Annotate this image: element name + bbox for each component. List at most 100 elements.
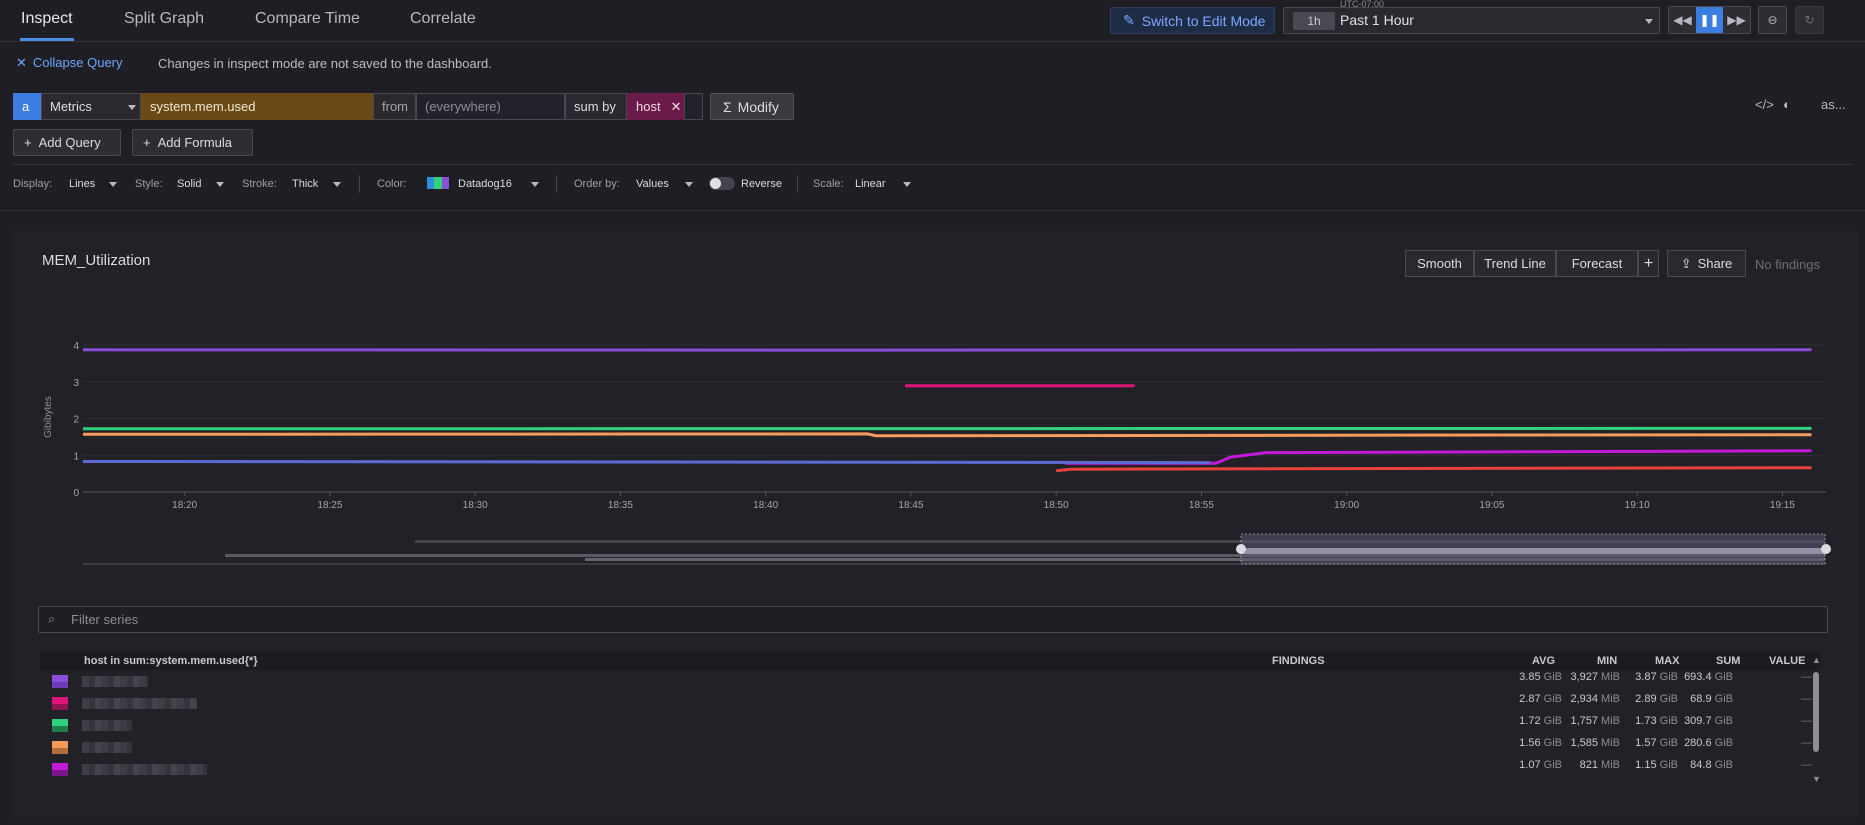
table-row[interactable]: 3.85 GiB 3,927 MiB 3.87 GiB 693.4 GiB — <box>40 671 1820 693</box>
cell-max-number: 1.57 <box>1635 737 1657 749</box>
cell-max-unit: GiB <box>1659 671 1678 683</box>
cell-max: 2.89 GiB <box>1622 693 1678 705</box>
scroll-up-icon[interactable]: ▲ <box>1812 655 1821 665</box>
cell-min-unit: MiB <box>1601 737 1620 749</box>
x-tick-label: 18:55 <box>1189 500 1214 511</box>
table-row[interactable]: 1.56 GiB 1,585 MiB 1.57 GiB 280.6 GiB — <box>40 737 1820 759</box>
cell-avg-number: 3.85 <box>1519 671 1541 683</box>
cell-min-unit: MiB <box>1601 715 1620 727</box>
column-header-name[interactable]: host in sum:system.mem.used{*} <box>84 655 258 667</box>
cell-sum-number: 68.9 <box>1690 693 1712 705</box>
series-line-7[interactable] <box>1056 466 1812 473</box>
filter-series-field[interactable]: ⌕ <box>38 606 1828 633</box>
cell-sum-unit: GiB <box>1714 759 1733 771</box>
column-header-min[interactable]: MIN <box>1597 655 1617 667</box>
cell-sum: 84.8 GiB <box>1677 759 1733 771</box>
x-tick-label: 18:40 <box>753 500 778 511</box>
cell-avg-number: 1.56 <box>1519 737 1541 749</box>
cell-sum-unit: GiB <box>1714 715 1733 727</box>
cell-min-unit: MiB <box>1601 671 1620 683</box>
cell-avg: 1.72 GiB <box>1506 715 1562 727</box>
cell-max: 1.73 GiB <box>1622 715 1678 727</box>
x-tick-label: 18:30 <box>463 500 488 511</box>
cell-avg-number: 1.72 <box>1519 715 1541 727</box>
cell-value: — <box>1801 671 1812 683</box>
series-line-6[interactable] <box>82 460 1211 465</box>
cell-sum: 309.7 GiB <box>1677 715 1733 727</box>
column-header-max[interactable]: MAX <box>1655 655 1679 667</box>
x-tick-label: 18:20 <box>172 500 197 511</box>
timeseries-chart[interactable]: Gibibytes 0 1 2 3 4 18:20 18:25 18:30 18:35 18:4… <box>0 0 1865 580</box>
x-tick-label: 19:05 <box>1479 500 1504 511</box>
redacted-host-name <box>82 676 148 687</box>
cell-max: 1.15 GiB <box>1622 759 1678 771</box>
cell-avg: 1.56 GiB <box>1506 737 1562 749</box>
search-icon: ⌕ <box>48 611 56 626</box>
cell-avg: 3.85 GiB <box>1506 671 1562 683</box>
y-axis-label: Gibibytes <box>43 396 54 438</box>
cell-max: 1.57 GiB <box>1622 737 1678 749</box>
cell-sum-number: 84.8 <box>1690 759 1712 771</box>
cell-avg-unit: GiB <box>1543 759 1562 771</box>
table-row[interactable]: 2.87 GiB 2,934 MiB 2.89 GiB 68.9 GiB — <box>40 693 1820 715</box>
cell-max-number: 3.87 <box>1635 671 1657 683</box>
x-tick-label: 19:15 <box>1770 500 1795 511</box>
cell-max-unit: GiB <box>1659 693 1678 705</box>
cell-min: 1,757 MiB <box>1564 715 1620 727</box>
cell-avg: 2.87 GiB <box>1506 693 1562 705</box>
x-tick-label: 19:00 <box>1334 500 1359 511</box>
y-tick-label: 4 <box>73 341 79 352</box>
redacted-host-name <box>82 698 197 709</box>
overview-minimap[interactable] <box>83 533 1831 565</box>
cell-min-unit: MiB <box>1601 759 1620 771</box>
cell-min-number: 3,927 <box>1570 671 1598 683</box>
cell-value: — <box>1801 737 1812 749</box>
cell-avg-unit: GiB <box>1543 671 1562 683</box>
series-color-chip <box>52 719 68 732</box>
cell-sum-number: 280.6 <box>1684 737 1712 749</box>
x-tick-label: 19:10 <box>1625 500 1650 511</box>
y-tick-label: 3 <box>73 378 79 389</box>
cell-sum-number: 309.7 <box>1684 715 1712 727</box>
cell-min-number: 2,934 <box>1570 693 1598 705</box>
cell-min: 821 MiB <box>1564 759 1620 771</box>
filter-series-input[interactable] <box>71 607 1771 632</box>
redacted-host-name <box>82 742 132 753</box>
cell-max-unit: GiB <box>1659 737 1678 749</box>
redacted-host-name <box>82 764 207 775</box>
cell-min-number: 1,757 <box>1570 715 1598 727</box>
series-line-4[interactable] <box>82 432 1812 438</box>
cell-value: — <box>1801 759 1812 771</box>
cell-max: 3.87 GiB <box>1622 671 1678 683</box>
column-header-findings[interactable]: FINDINGS <box>1272 655 1325 667</box>
cell-sum-unit: GiB <box>1714 693 1733 705</box>
x-tick-label: 18:25 <box>317 500 342 511</box>
series-color-chip <box>52 697 68 710</box>
cell-sum: 693.4 GiB <box>1677 671 1733 683</box>
cell-min-number: 1,585 <box>1570 737 1598 749</box>
cell-avg-number: 1.07 <box>1519 759 1541 771</box>
x-tick-label: 18:35 <box>608 500 633 511</box>
redacted-host-name <box>82 720 132 731</box>
x-tick-label: 18:50 <box>1044 500 1069 511</box>
table-row[interactable]: 1.07 GiB 821 MiB 1.15 GiB 84.8 GiB — <box>40 759 1820 781</box>
cell-min-unit: MiB <box>1601 693 1620 705</box>
cell-min-number: 821 <box>1579 759 1598 771</box>
cell-min: 1,585 MiB <box>1564 737 1620 749</box>
cell-sum: 68.9 GiB <box>1677 693 1733 705</box>
cell-sum-unit: GiB <box>1714 737 1733 749</box>
cell-avg: 1.07 GiB <box>1506 759 1562 771</box>
y-tick-label: 2 <box>73 415 79 426</box>
column-header-value[interactable]: VALUE <box>1769 655 1805 667</box>
cell-max-unit: GiB <box>1659 759 1678 771</box>
cell-avg-unit: GiB <box>1543 737 1562 749</box>
table-row[interactable]: 1.72 GiB 1,757 MiB 1.73 GiB 309.7 GiB — <box>40 715 1820 737</box>
cell-max-number: 2.89 <box>1635 693 1657 705</box>
series-color-chip <box>52 763 68 776</box>
cell-min: 3,927 MiB <box>1564 671 1620 683</box>
column-header-avg[interactable]: AVG <box>1532 655 1555 667</box>
cell-sum-unit: GiB <box>1714 671 1733 683</box>
series-color-chip <box>52 741 68 754</box>
cell-max-unit: GiB <box>1659 715 1678 727</box>
column-header-sum[interactable]: SUM <box>1716 655 1740 667</box>
